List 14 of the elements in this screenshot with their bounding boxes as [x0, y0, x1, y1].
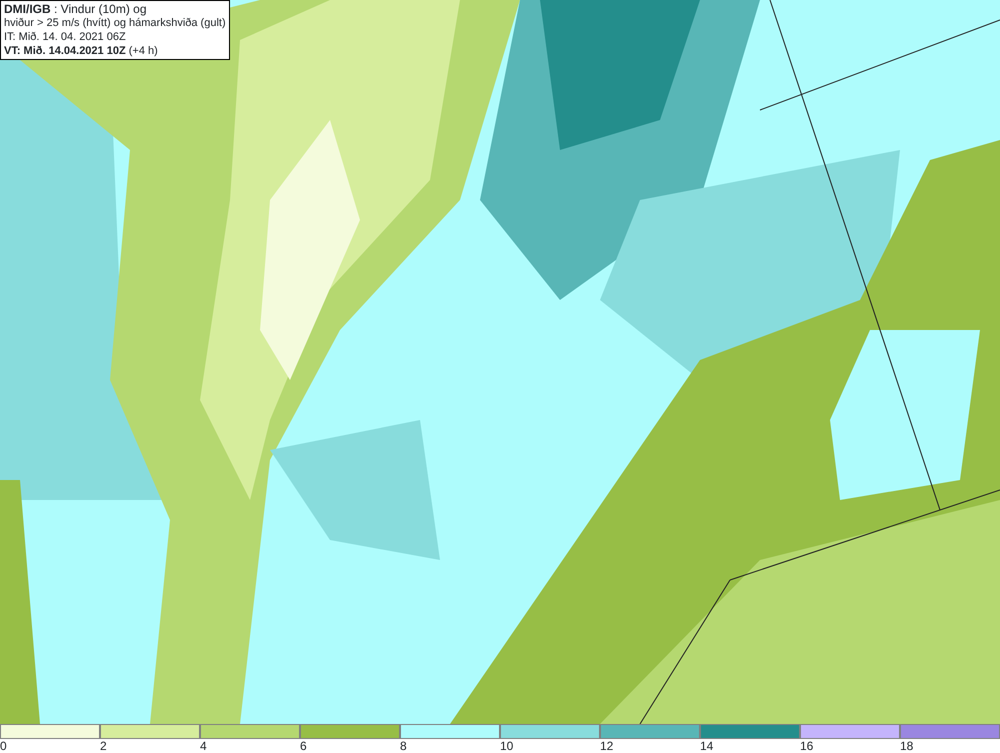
- title-line: hviður > 25 m/s (hvítt) og hámarkshviða (gult): [4, 16, 226, 30]
- legend-label: 2: [100, 739, 107, 753]
- title-line: DMI/IGB : Vindur (10m) og: [4, 2, 148, 16]
- title-line: IT: Mið. 14. 04. 2021 06Z: [4, 30, 127, 44]
- legend-label: 12: [600, 739, 614, 753]
- legend-label: 6: [300, 739, 307, 753]
- legend-label: 8: [400, 739, 407, 753]
- legend-label: 18: [900, 739, 914, 753]
- legend-label: 10: [500, 739, 514, 753]
- legend-label: 4: [200, 739, 207, 753]
- legend-label: 0: [0, 739, 7, 753]
- legend-label: 14: [700, 739, 714, 753]
- title-line: VT: Mið. 14.04.2021 10Z (+4 h): [4, 44, 159, 58]
- legend-label: 16: [800, 739, 814, 753]
